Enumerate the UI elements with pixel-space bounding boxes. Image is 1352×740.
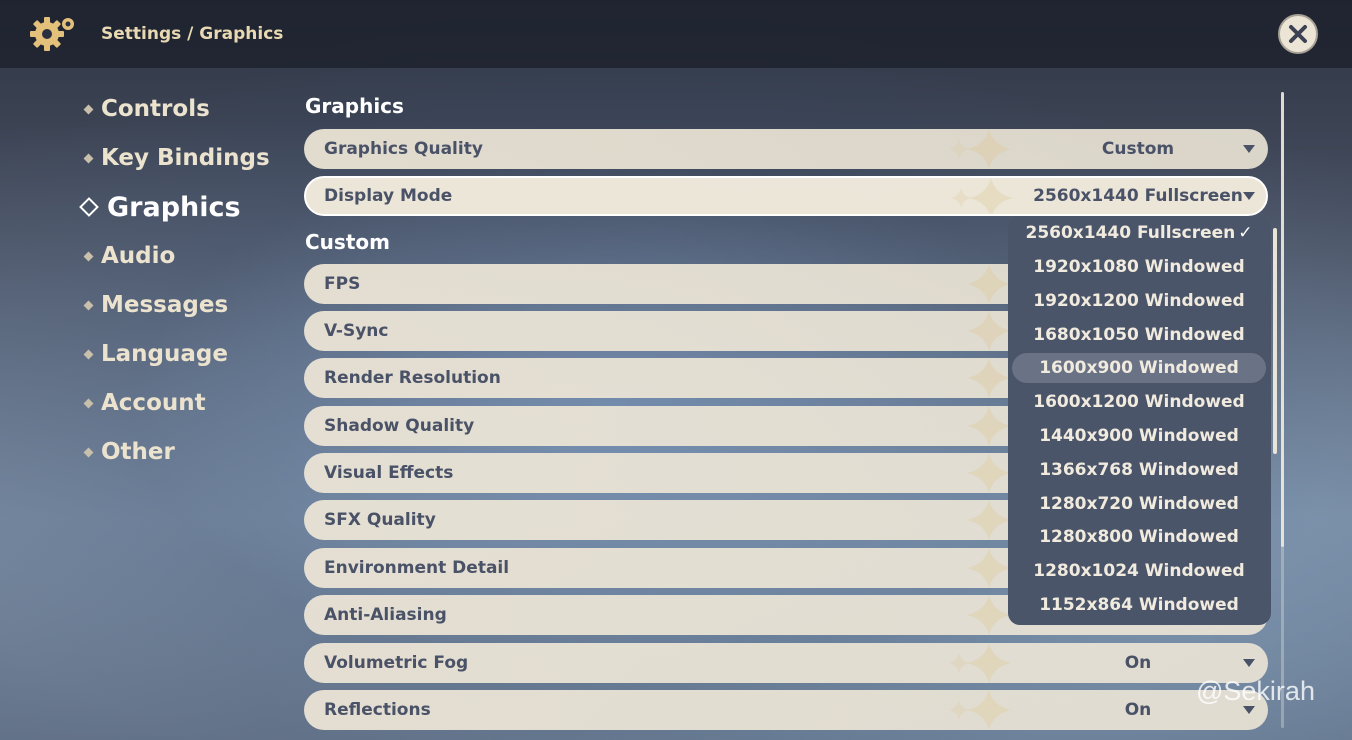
close-icon [1289, 25, 1307, 43]
setting-row-volumetric-fog[interactable]: Volumetric Fog On [304, 643, 1268, 683]
setting-label: V-Sync [324, 321, 389, 341]
setting-label: Shadow Quality [324, 416, 475, 436]
dropdown-option[interactable]: 1152x864 Windowed [1012, 590, 1266, 620]
bullet-icon [83, 447, 94, 457]
section-title-custom: Custom [305, 230, 390, 254]
dropdown-option[interactable]: 1366x768 Windowed [1012, 455, 1266, 485]
nav-item-label: Key Bindings [101, 145, 270, 171]
setting-value: Custom [1101, 139, 1175, 159]
nav-item-other[interactable]: Other [80, 435, 280, 469]
nav-item-label: Other [101, 439, 175, 465]
nav-item-controls[interactable]: Controls [80, 92, 280, 126]
dropdown-option[interactable]: 1440x900 Windowed [1012, 421, 1266, 451]
setting-label: Visual Effects [324, 463, 454, 483]
dropdown-scrollbar-thumb[interactable] [1273, 228, 1277, 454]
settings-scrollbar-thumb[interactable] [1281, 92, 1284, 547]
display-mode-dropdown: 2560x1440 Fullscreen ✓ 1920x1080 Windowed… [1008, 216, 1271, 625]
setting-label: Anti-Aliasing [324, 605, 447, 625]
nav-item-messages[interactable]: Messages [80, 288, 280, 322]
setting-row-display-mode[interactable]: Display Mode 2560x1440 Fullscreen [304, 176, 1268, 216]
nav-item-language[interactable]: Language [80, 337, 280, 371]
dropdown-option[interactable]: 1600x1200 Windowed [1012, 387, 1266, 417]
setting-label: Display Mode [324, 186, 453, 206]
setting-label: FPS [324, 274, 361, 294]
bullet-active-icon [79, 197, 99, 217]
setting-label: Graphics Quality [324, 139, 483, 159]
bullet-icon [83, 153, 94, 163]
bullet-icon [83, 251, 94, 261]
nav-item-label: Audio [101, 243, 176, 269]
dropdown-option[interactable]: 1280x720 Windowed [1012, 489, 1266, 519]
caret-down-icon [1243, 659, 1255, 667]
caret-down-icon [1243, 192, 1255, 200]
dropdown-option[interactable]: 1920x1080 Windowed [1012, 252, 1266, 282]
setting-row-reflections[interactable]: Reflections On [304, 690, 1268, 730]
section-title-graphics: Graphics [305, 94, 404, 118]
dropdown-option[interactable]: 1920x1200 Windowed [1012, 286, 1266, 316]
dropdown-option[interactable]: 1280x1024 Windowed [1012, 556, 1266, 586]
setting-label: Volumetric Fog [324, 653, 469, 673]
nav-item-account[interactable]: Account [80, 386, 280, 420]
dropdown-option[interactable]: 1680x1050 Windowed [1012, 320, 1266, 350]
gear-icon [30, 17, 74, 51]
watermark: @Sekirah [1196, 676, 1315, 706]
nav-item-label: Language [101, 341, 228, 367]
setting-label: Reflections [324, 700, 431, 720]
caret-down-icon [1243, 706, 1255, 714]
breadcrumb: Settings / Graphics [101, 24, 284, 44]
bullet-icon [83, 104, 94, 114]
nav-item-label: Messages [101, 292, 229, 318]
setting-label: SFX Quality [324, 510, 436, 530]
dropdown-option-hovered[interactable]: 1600x900 Windowed [1012, 353, 1266, 383]
bullet-icon [83, 349, 94, 359]
bullet-icon [83, 398, 94, 408]
nav-item-graphics[interactable]: Graphics [79, 190, 280, 224]
setting-value: 2560x1440 Fullscreen [1033, 186, 1243, 206]
close-button[interactable] [1278, 14, 1318, 54]
top-bar: Settings / Graphics [0, 0, 1352, 68]
caret-down-icon [1243, 145, 1255, 153]
setting-label: Render Resolution [324, 368, 501, 388]
setting-label: Environment Detail [324, 558, 510, 578]
bullet-icon [83, 300, 94, 310]
setting-row-graphics-quality[interactable]: Graphics Quality Custom [304, 129, 1268, 169]
nav-item-label: Account [101, 390, 206, 416]
dropdown-option-selected[interactable]: 2560x1440 Fullscreen ✓ [1012, 218, 1266, 248]
nav-item-label: Controls [101, 96, 210, 122]
nav-item-audio[interactable]: Audio [80, 239, 280, 273]
nav-item-key-bindings[interactable]: Key Bindings [80, 141, 280, 175]
nav-item-label: Graphics [107, 191, 241, 223]
checkmark-icon: ✓ [1238, 223, 1253, 243]
dropdown-option-label: 2560x1440 Fullscreen [1025, 223, 1236, 243]
dropdown-option[interactable]: 1280x800 Windowed [1012, 522, 1266, 552]
